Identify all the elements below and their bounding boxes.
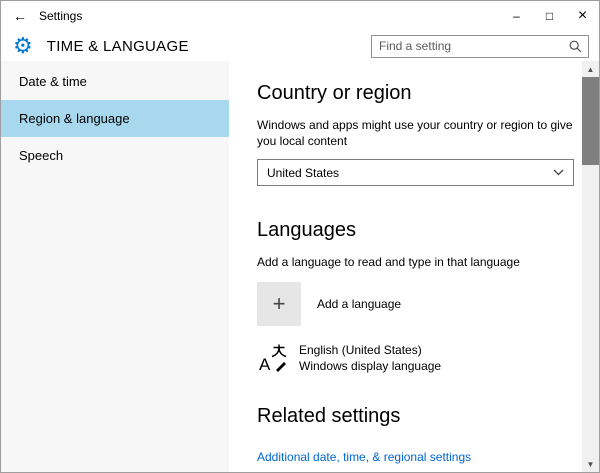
- close-icon: ×: [578, 7, 587, 25]
- gear-icon: ⚙: [13, 35, 33, 57]
- related-settings-heading: Related settings: [257, 404, 574, 428]
- minimize-icon: –: [513, 9, 520, 23]
- window-controls: – □ ×: [500, 1, 599, 31]
- main-content: Country or region Windows and apps might…: [229, 61, 582, 472]
- plus-glyph: +: [273, 291, 286, 317]
- additional-settings-link[interactable]: Additional date, time, & regional settin…: [257, 450, 471, 464]
- scrollbar[interactable]: ▲ ▼: [582, 61, 599, 472]
- sidebar: Date & time Region & language Speech: [1, 61, 229, 472]
- country-region-heading: Country or region: [257, 81, 574, 105]
- language-name: English (United States): [299, 342, 441, 358]
- search-input[interactable]: [372, 39, 569, 53]
- language-detail: Windows display language: [299, 358, 441, 374]
- settings-window: ← Settings – □ × ⚙ TIME & LANGUAGE: [0, 0, 600, 473]
- sidebar-item-label: Speech: [19, 148, 63, 163]
- maximize-icon: □: [546, 9, 553, 23]
- window-title: Settings: [39, 9, 82, 23]
- language-icon: A: [257, 343, 287, 373]
- sidebar-item-label: Date & time: [19, 74, 87, 89]
- minimize-button[interactable]: –: [500, 1, 533, 31]
- country-dropdown-value: United States: [267, 166, 339, 180]
- close-button[interactable]: ×: [566, 1, 599, 31]
- sidebar-item-region-language[interactable]: Region & language: [1, 100, 229, 137]
- add-language-button[interactable]: + Add a language: [257, 282, 574, 326]
- scroll-down-button[interactable]: ▼: [582, 456, 599, 472]
- language-item[interactable]: A English (United States) Windows displa…: [257, 342, 574, 374]
- back-button[interactable]: ←: [1, 1, 39, 31]
- country-dropdown[interactable]: United States: [257, 159, 574, 186]
- header: ⚙ TIME & LANGUAGE: [1, 31, 599, 61]
- language-text: English (United States) Windows display …: [299, 342, 441, 374]
- scroll-down-icon: ▼: [587, 460, 595, 469]
- search-icon[interactable]: [569, 40, 582, 53]
- chevron-down-icon: [553, 169, 564, 176]
- sidebar-item-label: Region & language: [19, 111, 130, 126]
- languages-heading: Languages: [257, 218, 574, 242]
- titlebar: ← Settings – □ ×: [1, 1, 599, 31]
- sidebar-item-date-time[interactable]: Date & time: [1, 63, 229, 100]
- back-arrow-icon: ←: [13, 8, 27, 24]
- country-region-description: Windows and apps might use your country …: [257, 117, 574, 149]
- scroll-up-icon: ▲: [587, 65, 595, 74]
- language-icon-letter: A: [259, 355, 271, 373]
- add-language-label: Add a language: [317, 297, 401, 311]
- page-title: TIME & LANGUAGE: [47, 38, 189, 55]
- sidebar-item-speech[interactable]: Speech: [1, 137, 229, 174]
- languages-description: Add a language to read and type in that …: [257, 254, 574, 270]
- scroll-up-button[interactable]: ▲: [582, 61, 599, 77]
- scrollbar-thumb[interactable]: [582, 77, 599, 165]
- plus-icon: +: [257, 282, 301, 326]
- maximize-button[interactable]: □: [533, 1, 566, 31]
- body: Date & time Region & language Speech Cou…: [1, 61, 599, 472]
- search-box[interactable]: [371, 35, 589, 58]
